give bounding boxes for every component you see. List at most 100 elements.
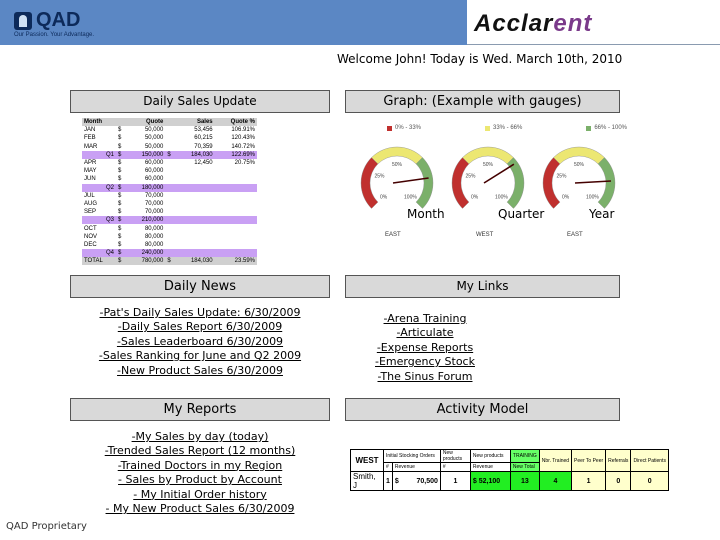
quote-pct [214, 249, 257, 258]
column-header: Sales [165, 118, 215, 127]
sales-table: Month Quote Sales Quote % JAN $50,000 53,456 10… [82, 118, 257, 266]
gauges: 0% 25% 50% 100% Month EAST 0% 25% 50% 100% Quarter… [360, 146, 616, 238]
quote: 70,000 [144, 209, 164, 216]
currency [165, 175, 176, 183]
quote: 70,000 [144, 200, 164, 207]
gauge-tick-label: 25% [374, 174, 385, 180]
currency: $ [116, 183, 127, 192]
cell: 13 [509, 471, 540, 491]
legend-label: 66% - 100% [594, 125, 627, 131]
news-link[interactable]: -Daily Sales Report 6/30/2009 [70, 320, 330, 334]
links-list: -Arena Training -Articulate -Expense Repor… [340, 312, 510, 384]
gauge-needle [392, 177, 429, 184]
currency: $ [116, 249, 127, 258]
col-header: Initial Stocking Orders [383, 449, 441, 463]
currency [165, 143, 176, 151]
currency [165, 216, 177, 225]
currency [165, 167, 176, 175]
legend-item: 66% - 100% [586, 125, 627, 131]
col-header: Direct Patients [630, 449, 669, 472]
gauge-tick-label: 50% [483, 162, 494, 168]
month: MAR [84, 143, 98, 150]
links-link[interactable]: -Arena Training [340, 312, 510, 326]
sales-row: SEP $70,000 [82, 208, 257, 216]
quote: 50,000 [144, 127, 164, 134]
sales [176, 249, 215, 258]
currency: $ [118, 241, 122, 248]
sub-header: Revenue [469, 462, 511, 472]
sales-row: MAY $60,000 [82, 167, 257, 175]
links-link[interactable]: -Emergency Stock [340, 355, 510, 369]
links-link[interactable]: -The Sinus Forum [340, 370, 510, 384]
month: DEC [84, 241, 97, 248]
month: Q1 [82, 150, 117, 159]
cell: 1 [383, 471, 393, 491]
quote: 70,000 [144, 192, 164, 199]
gauge-needle [574, 180, 611, 184]
reports-link[interactable]: -Trended Sales Report (12 months) [55, 444, 345, 458]
sales: 60,215 [194, 135, 213, 142]
currency [165, 233, 176, 241]
my-reports-header: My Reports [70, 398, 330, 421]
reports-link[interactable]: -My Sales by day (today) [55, 430, 345, 444]
reports-link[interactable]: - Sales by Product by Account [55, 473, 345, 487]
gauge-label: Year [588, 207, 614, 221]
gauge-band [542, 157, 561, 209]
gauge-region: EAST [385, 232, 401, 238]
month: Q4 [82, 249, 117, 258]
qad-logo-text: QAD [36, 9, 81, 31]
quote-pct [215, 167, 257, 175]
sales [176, 241, 214, 249]
currency: $ [116, 216, 127, 225]
quote: 80,000 [144, 241, 164, 248]
column-header: Quote [116, 118, 166, 127]
gauge-label: Quarter [498, 207, 544, 221]
col-header: Referrals [605, 449, 632, 472]
news-link[interactable]: -New Product Sales 6/30/2009 [70, 364, 330, 378]
quote: 80,000 [144, 225, 164, 232]
month: MAY [84, 168, 97, 175]
currency: $ [116, 150, 127, 159]
news-link[interactable]: -Sales Leaderboard 6/30/2009 [70, 335, 330, 349]
links-link[interactable]: -Expense Reports [340, 341, 510, 355]
gauge-tick-label: 25% [465, 174, 476, 180]
currency: $ [118, 160, 122, 167]
gauge-tick-label: 50% [574, 162, 585, 168]
news-link[interactable]: -Pat's Daily Sales Update: 6/30/2009 [70, 306, 330, 320]
currency: $ [165, 150, 177, 159]
cell: $ 52,100 [469, 471, 511, 491]
news-link[interactable]: -Sales Ranking for June and Q2 2009 [70, 349, 330, 363]
reports-link[interactable]: -Trained Doctors in my Region [55, 459, 345, 473]
qad-logo: QAD [14, 9, 80, 32]
quote-pct [215, 200, 257, 208]
month: Q2 [82, 183, 117, 192]
gauge-legend: 0% - 33% 33% - 66% 66% - 100% [387, 125, 627, 131]
col-header: Peer To Peer [571, 449, 607, 472]
reports-link[interactable]: - My New Product Sales 6/30/2009 [55, 502, 345, 516]
links-link[interactable]: -Articulate [340, 326, 510, 340]
sales-row: DEC $80,000 [82, 241, 257, 249]
month: APR [84, 160, 97, 167]
sales-row: JUN $60,000 [82, 175, 257, 183]
activity-table: WEST Initial Stocking Orders New product… [350, 449, 669, 491]
quote-pct [215, 175, 257, 183]
month: JUL [84, 192, 95, 199]
col-header: Nbr. Trained [538, 449, 573, 472]
gauge-tick-label: 50% [392, 162, 403, 168]
gauge-tick-label: 100% [495, 194, 508, 200]
reports-link[interactable]: - My Initial Order history [55, 488, 345, 502]
quote: 50,000 [144, 135, 164, 142]
sales-row: OCT $80,000 [82, 224, 257, 232]
sales-row: AUG $70,000 [82, 200, 257, 208]
col-header: New products [469, 449, 511, 463]
currency [165, 208, 176, 216]
cell: 0 [605, 471, 632, 491]
gauge-tick-label: 100% [586, 194, 599, 200]
my-links-header: My Links [345, 275, 620, 298]
column-header: Month [82, 118, 117, 127]
gauge-band [415, 157, 434, 209]
sales [176, 183, 215, 192]
daily-sales-header: Daily Sales Update [70, 90, 330, 113]
quote-pct [215, 233, 257, 241]
sales-row: TOTAL $780,000 $184,030 23.59% [82, 257, 257, 266]
